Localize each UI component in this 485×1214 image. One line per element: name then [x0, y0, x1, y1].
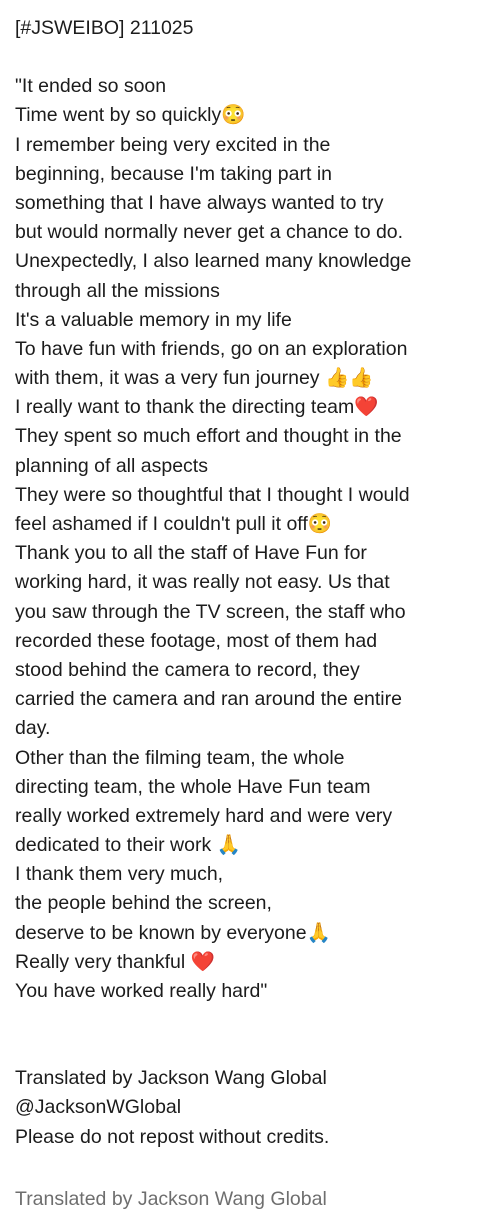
- quote-line: deserve to be known by everyone🙏: [15, 921, 331, 944]
- quote-line: They were so thoughtful that I thought I…: [15, 483, 410, 506]
- quote-line: with them, it was a very fun journey 👍👍: [15, 367, 374, 390]
- quote-line: Time went by so quickly😳: [15, 104, 246, 127]
- quote-line: recorded these footage, most of them had: [15, 629, 378, 652]
- quote-line: day.: [15, 717, 51, 740]
- credit-translator: Translated by Jackson Wang Global: [15, 1067, 327, 1090]
- quote-line: carried the camera and ran around the en…: [15, 688, 402, 711]
- quote-line: They spent so much effort and thought in…: [15, 425, 402, 448]
- quote-line: working hard, it was really not easy. Us…: [15, 571, 390, 594]
- credit-notice: Please do not repost without credits.: [15, 1125, 330, 1148]
- quote-line: It's a valuable memory in my life: [15, 308, 292, 331]
- quote-line: but would normally never get a chance to…: [15, 221, 404, 244]
- quote-line: "It ended so soon: [15, 75, 167, 98]
- quote-line: stood behind the camera to record, they: [15, 658, 360, 681]
- quote-line: through all the missions: [15, 279, 220, 302]
- quote-line: directing team, the whole Have Fun team: [15, 775, 371, 798]
- quote-line: something that I have always wanted to t…: [15, 191, 384, 214]
- quote-line: dedicated to their work 🙏: [15, 834, 241, 857]
- quote-line: Other than the filming team, the whole: [15, 746, 345, 769]
- quote-line: Really very thankful ❤️: [15, 950, 215, 973]
- quote-line: I remember being very excited in the: [15, 133, 331, 156]
- quote-line: Thank you to all the staff of Have Fun f…: [15, 542, 367, 565]
- quote-line: To have fun with friends, go on an explo…: [15, 337, 408, 360]
- quote-line: you saw through the TV screen, the staff…: [15, 600, 406, 623]
- quote-block: "It ended so soon Time went by so quickl…: [15, 72, 483, 1006]
- document-body: [#JSWEIBO] 211025 "It ended so soon Time…: [15, 0, 483, 1152]
- quote-line: Unexpectedly, I also learned many knowle…: [15, 250, 412, 273]
- credits-block: Translated by Jackson Wang Global @Jacks…: [15, 1064, 483, 1152]
- post-header: [#JSWEIBO] 211025: [15, 17, 194, 39]
- quote-line: You have worked really hard": [15, 980, 268, 1002]
- quote-line: really worked extremely hard and were ve…: [15, 804, 393, 827]
- credit-handle: @JacksonWGlobal: [15, 1096, 182, 1119]
- quote-line: beginning, because I'm taking part in: [15, 162, 333, 185]
- quote-line: I really want to thank the directing tea…: [15, 396, 379, 419]
- quote-line: I thank them very much,: [15, 863, 224, 886]
- quote-line: feel ashamed if I couldn't pull it off😳: [15, 513, 333, 535]
- quote-line: planning of all aspects: [15, 454, 208, 477]
- quote-line: the people behind the screen,: [15, 892, 272, 915]
